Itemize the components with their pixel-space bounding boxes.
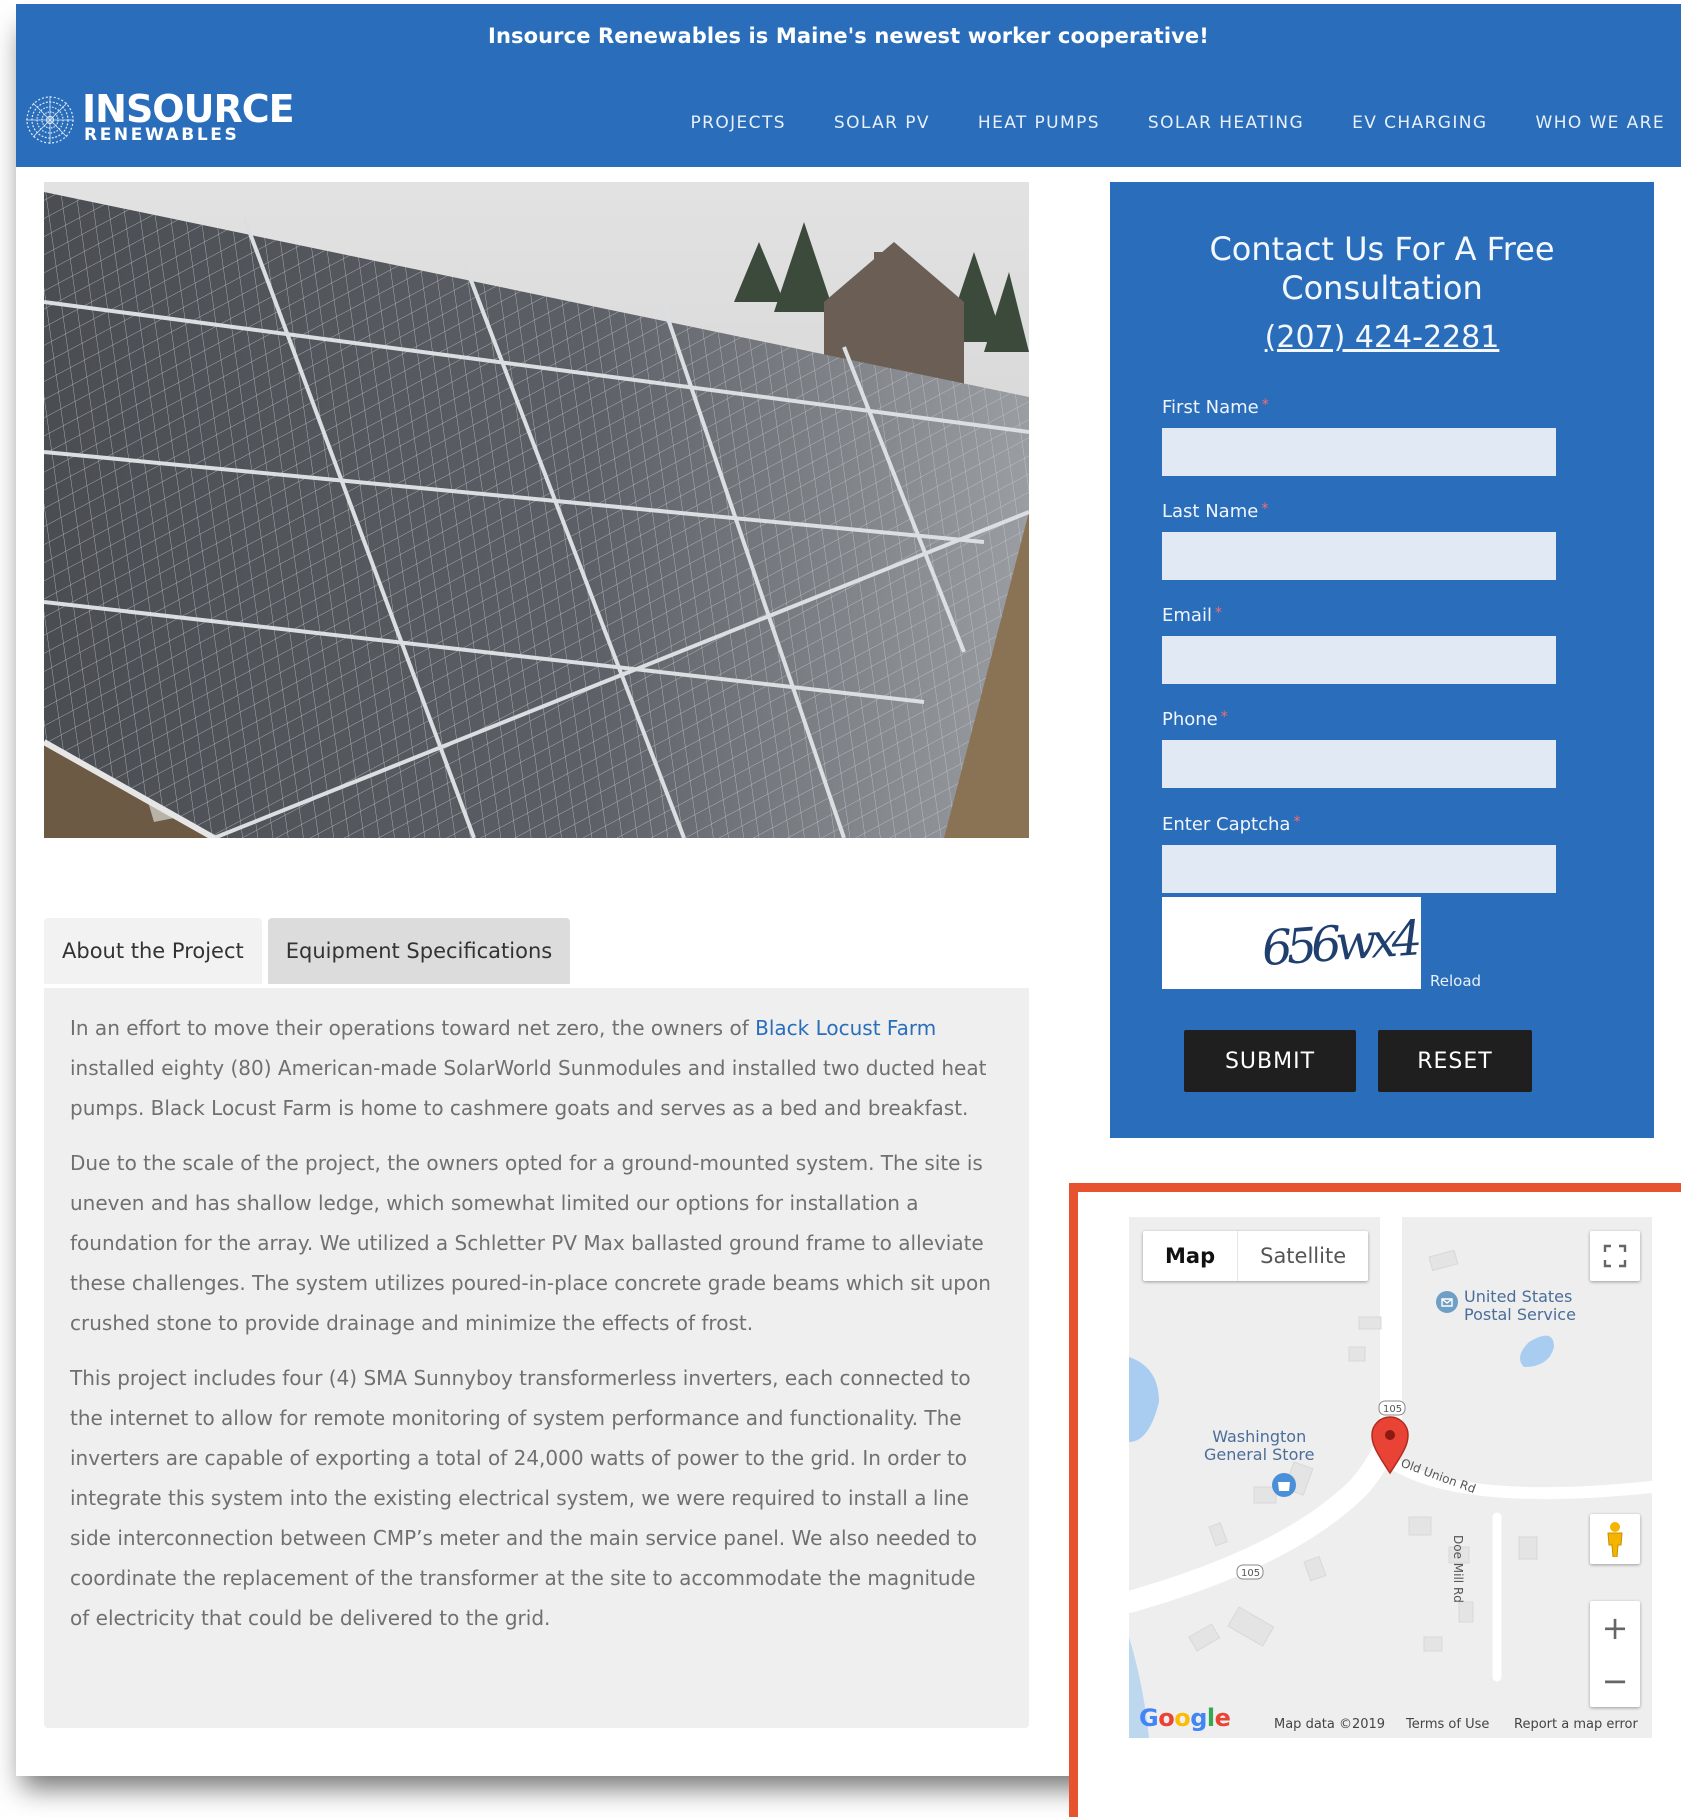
last-name-label-text: Last Name bbox=[1162, 501, 1259, 522]
captcha-image: 656wx4 bbox=[1162, 897, 1421, 989]
usps-place-label[interactable]: United States Postal Service bbox=[1464, 1288, 1576, 1324]
first-name-label: First Name * bbox=[1162, 397, 1269, 418]
usps-label-line2: Postal Service bbox=[1464, 1305, 1576, 1324]
store-label-line1: Washington bbox=[1212, 1427, 1307, 1446]
captcha-input[interactable] bbox=[1162, 845, 1556, 893]
required-marker: * bbox=[1220, 709, 1228, 725]
main-nav: PROJECTS SOLAR PV HEAT PUMPS SOLAR HEATI… bbox=[642, 113, 1665, 133]
required-marker: * bbox=[1214, 605, 1222, 621]
map-type-control: Map Satellite bbox=[1143, 1231, 1369, 1281]
tab-equipment-specifications[interactable]: Equipment Specifications bbox=[267, 918, 571, 984]
email-label: Email * bbox=[1162, 605, 1222, 626]
map-type-map-button[interactable]: Map bbox=[1143, 1231, 1237, 1281]
store-label-line2: General Store bbox=[1204, 1445, 1315, 1464]
required-marker: * bbox=[1261, 501, 1269, 517]
contact-title: Contact Us For A Free Consultation bbox=[1110, 230, 1654, 308]
contact-title-line2: Consultation bbox=[1281, 269, 1483, 307]
announcement-bar: Insource Renewables is Maine's newest wo… bbox=[488, 24, 1209, 48]
captcha-label-text: Enter Captcha bbox=[1162, 814, 1291, 835]
nav-item-projects[interactable]: PROJECTS bbox=[690, 113, 785, 133]
captcha-reload-link[interactable]: Reload bbox=[1430, 972, 1481, 990]
terms-of-use-link[interactable]: Terms of Use bbox=[1406, 1717, 1489, 1732]
submit-button[interactable]: SUBMIT bbox=[1184, 1030, 1356, 1092]
phone-label-text: Phone bbox=[1162, 709, 1218, 730]
pegman-icon[interactable] bbox=[1590, 1514, 1640, 1564]
logo-word-insource: INSOURCE bbox=[82, 87, 295, 131]
nav-item-solar-heating[interactable]: SOLAR HEATING bbox=[1148, 113, 1304, 133]
usps-label-line1: United States bbox=[1464, 1287, 1573, 1306]
required-marker: * bbox=[1261, 397, 1269, 413]
map-type-satellite-button[interactable]: Satellite bbox=[1238, 1231, 1368, 1281]
tab-panel-content: In an effort to move their operations to… bbox=[44, 988, 1029, 1728]
zoom-in-button[interactable]: + bbox=[1590, 1601, 1640, 1654]
route-shield-label: 105 bbox=[1383, 1404, 1402, 1415]
last-name-input[interactable] bbox=[1162, 532, 1556, 580]
email-label-text: Email bbox=[1162, 605, 1212, 626]
paragraph-intro-text-2: installed eighty (80) American-made Sola… bbox=[70, 1056, 987, 1120]
contact-title-line1: Contact Us For A Free bbox=[1209, 230, 1555, 268]
solar-array-photo bbox=[44, 182, 1029, 838]
report-map-error-link[interactable]: Report a map error bbox=[1514, 1717, 1638, 1732]
captcha-text: 656wx4 bbox=[1260, 910, 1420, 977]
tab-about-the-project[interactable]: About the Project bbox=[44, 918, 262, 984]
captcha-label: Enter Captcha * bbox=[1162, 814, 1300, 835]
contact-phone-link[interactable]: (207) 424-2281 bbox=[1110, 320, 1654, 355]
nav-item-who-we-are[interactable]: WHO WE ARE bbox=[1535, 113, 1665, 133]
nav-item-heat-pumps[interactable]: HEAT PUMPS bbox=[978, 113, 1100, 133]
phone-input[interactable] bbox=[1162, 740, 1556, 788]
logo[interactable]: INSOURCE RENEWABLES bbox=[24, 90, 295, 148]
first-name-label-text: First Name bbox=[1162, 397, 1259, 418]
contact-form: Contact Us For A Free Consultation (207)… bbox=[1110, 182, 1654, 1138]
phone-label: Phone * bbox=[1162, 709, 1228, 730]
zoom-out-button[interactable]: − bbox=[1590, 1654, 1640, 1707]
email-input[interactable] bbox=[1162, 636, 1556, 684]
paragraph-intro-text: In an effort to move their operations to… bbox=[70, 1016, 756, 1040]
reset-button[interactable]: RESET bbox=[1378, 1030, 1532, 1092]
google-logo: Google bbox=[1139, 1704, 1231, 1732]
paragraph-foundation: Due to the scale of the project, the own… bbox=[70, 1151, 991, 1335]
zoom-control: + − bbox=[1590, 1601, 1640, 1707]
project-tabs: About the Project Equipment Specificatio… bbox=[44, 918, 576, 984]
route-shield-label: 105 bbox=[1241, 1568, 1260, 1579]
doe-mill-rd-label: Doe Mill Rd bbox=[1451, 1535, 1465, 1603]
paragraph-inverters: This project includes four (4) SMA Sunny… bbox=[70, 1366, 978, 1630]
logo-icon bbox=[26, 96, 74, 144]
nav-item-ev-charging[interactable]: EV CHARGING bbox=[1352, 113, 1487, 133]
nav-item-solar-pv[interactable]: SOLAR PV bbox=[834, 113, 930, 133]
google-map[interactable]: 105 105 Map Satellite United States Posta… bbox=[1129, 1217, 1652, 1738]
site-header: Insource Renewables is Maine's newest wo… bbox=[16, 4, 1681, 167]
paragraph-intro: In an effort to move their operations to… bbox=[70, 1008, 1001, 1128]
black-locust-farm-link[interactable]: Black Locust Farm bbox=[755, 1016, 936, 1040]
general-store-place-label[interactable]: Washington General Store bbox=[1204, 1428, 1314, 1464]
last-name-label: Last Name * bbox=[1162, 501, 1268, 522]
map-data-credit: Map data ©2019 bbox=[1274, 1717, 1386, 1732]
required-marker: * bbox=[1293, 814, 1301, 830]
logo-word-renewables: RENEWABLES bbox=[84, 125, 240, 145]
first-name-input[interactable] bbox=[1162, 428, 1556, 476]
fullscreen-icon[interactable] bbox=[1590, 1231, 1640, 1281]
